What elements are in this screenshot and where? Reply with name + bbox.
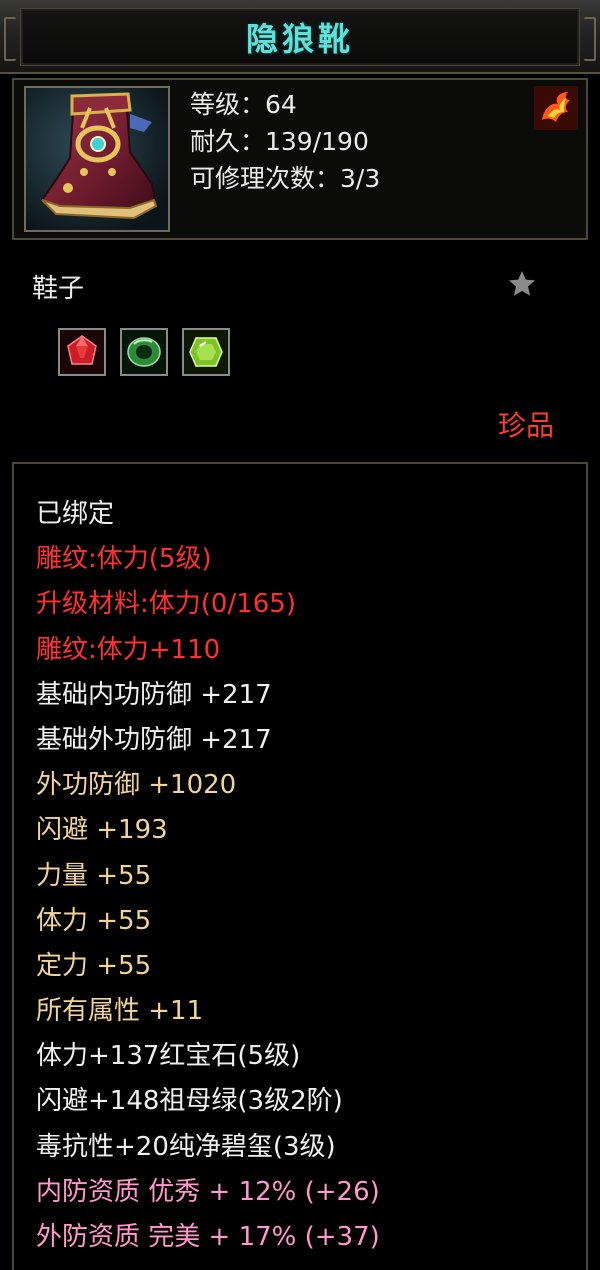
- title-bar: 隐狼靴: [0, 0, 600, 74]
- item-icon-frame[interactable]: [24, 86, 170, 232]
- attribute-line: 升级材料:体力(0/165): [36, 589, 296, 620]
- item-type-label: 鞋子: [32, 274, 85, 304]
- fire-bird-icon: [534, 86, 578, 130]
- gem-slot-emerald[interactable]: [120, 328, 168, 376]
- gem-slot-ruby[interactable]: [58, 328, 106, 376]
- boot-icon: [26, 88, 168, 230]
- attribute-line: 雕纹:体力+110: [36, 634, 221, 665]
- attribute-line: 内防资质 优秀 + 12% (+26): [36, 1176, 380, 1207]
- attribute-line: 基础外功防御 +217: [36, 724, 272, 755]
- attribute-line: 所有属性 +11: [36, 996, 204, 1027]
- attribute-list: 已绑定雕纹:体力(5级) 升级材料:体力(0/165) 雕纹:体力+110 基础内功防…: [36, 492, 380, 1260]
- ruby-gem-icon: [60, 330, 104, 374]
- star-icon[interactable]: [506, 268, 538, 300]
- attribute-line: 体力+137红宝石(5级): [36, 1041, 301, 1072]
- repair-count-stat: 可修理次数：3/3: [190, 164, 381, 193]
- emerald-gem-icon: [122, 330, 166, 374]
- attribute-line: 外功防御 +1020: [36, 770, 237, 801]
- attributes-panel: 已绑定雕纹:体力(5级) 升级材料:体力(0/165) 雕纹:体力+110 基础内功防…: [12, 462, 588, 1270]
- attribute-line: 体力 +55: [36, 905, 152, 936]
- attribute-line: 力量 +55: [36, 860, 152, 891]
- jade-gem-icon: [184, 330, 228, 374]
- rarity-label: 珍品: [497, 409, 554, 442]
- level-stat: 等级：64: [190, 90, 297, 119]
- gem-slot-jade[interactable]: [182, 328, 230, 376]
- attribute-line: 基础内功防御 +217: [36, 679, 272, 710]
- attribute-line: 雕纹:体力(5级): [36, 544, 212, 575]
- item-title: 隐狼靴: [245, 20, 354, 58]
- attribute-line: 闪避+148祖母绿(3级2阶): [36, 1086, 343, 1117]
- durability-stat: 耐久：139/190: [190, 127, 369, 156]
- attribute-line: 闪避 +193: [36, 815, 168, 846]
- attribute-line: 已绑定: [36, 499, 115, 529]
- attribute-line: 毒抗性+20纯净碧玺(3级): [36, 1131, 336, 1162]
- item-info-panel: 等级：64 耐久：139/190 可修理次数：3/3: [12, 78, 588, 240]
- item-stats: 等级：64 耐久：139/190 可修理次数：3/3: [190, 86, 380, 197]
- attribute-line: 定力 +55: [36, 950, 152, 981]
- attribute-line: 外防资质 完美 + 17% (+37): [36, 1222, 380, 1252]
